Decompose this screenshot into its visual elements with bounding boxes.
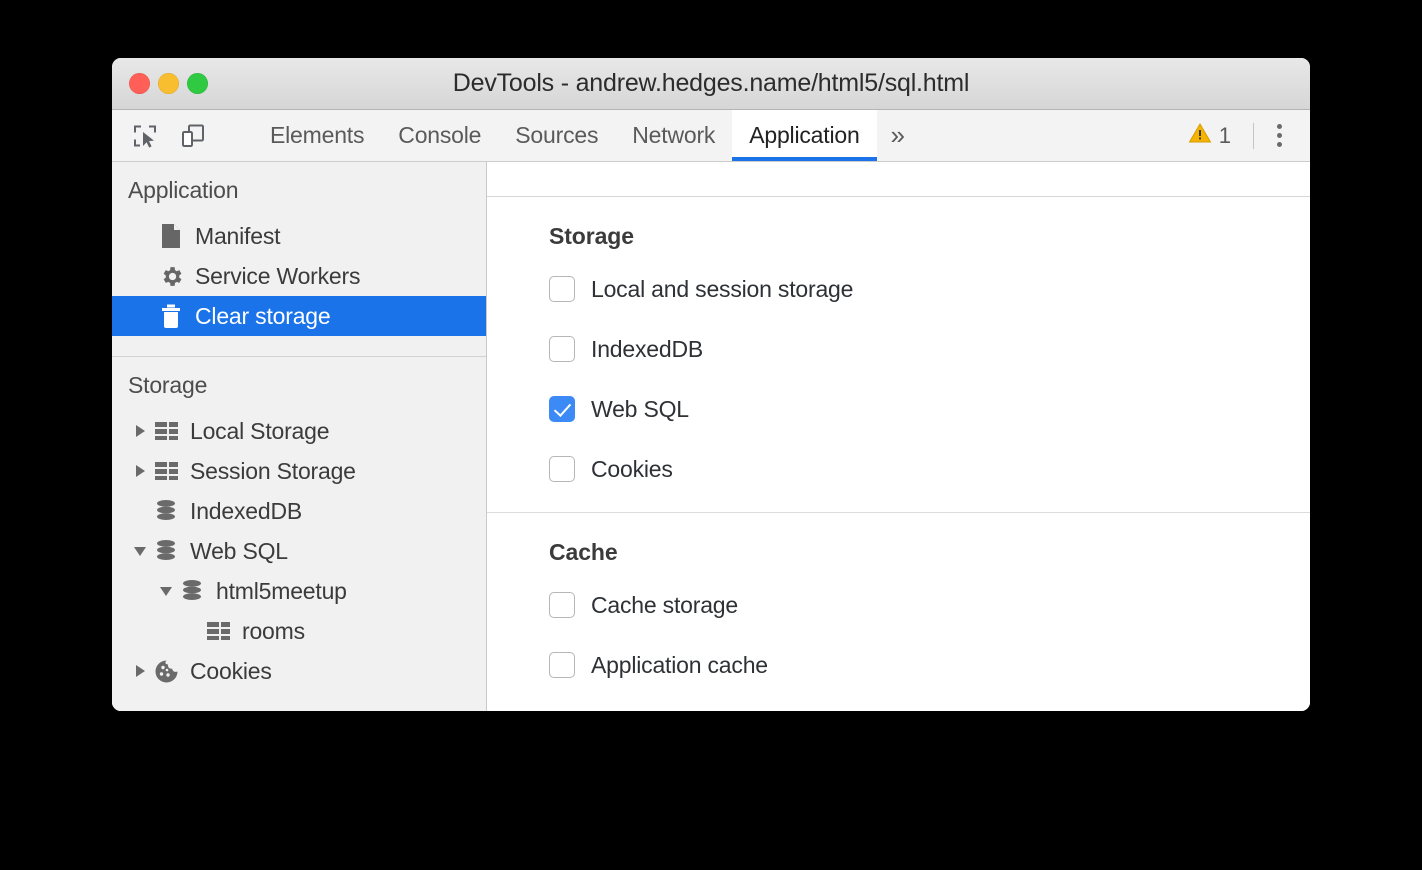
window-titlebar: DevTools - andrew.hedges.name/html5/sql.… bbox=[112, 58, 1310, 110]
device-toolbar-icon[interactable] bbox=[176, 119, 210, 153]
sidebar-item-local-storage-label: Local Storage bbox=[190, 418, 329, 445]
checkbox-label-web-sql: Web SQL bbox=[591, 396, 689, 423]
checkbox-label-application-cache: Application cache bbox=[591, 652, 768, 679]
close-window-button[interactable] bbox=[129, 73, 150, 94]
inspect-element-icon[interactable] bbox=[128, 119, 162, 153]
tab-sources[interactable]: Sources bbox=[498, 110, 615, 161]
table-icon bbox=[152, 458, 180, 484]
devtools-tab-bar: Elements Console Sources Network Applica… bbox=[253, 110, 1176, 161]
sidebar-item-indexeddb[interactable]: IndexedDB bbox=[112, 491, 486, 531]
checkbox-row-cookies[interactable]: Cookies bbox=[549, 448, 1310, 490]
toolbar-right-divider bbox=[1253, 123, 1254, 149]
sidebar-item-local-storage[interactable]: Local Storage bbox=[112, 411, 486, 451]
checkbox-indexeddb[interactable] bbox=[549, 336, 575, 362]
tab-network-label: Network bbox=[632, 122, 715, 149]
application-panel-body: Application Manifest Service Workers bbox=[112, 162, 1310, 711]
chevron-right-icon[interactable] bbox=[128, 419, 152, 443]
dot-3 bbox=[1277, 142, 1282, 147]
checkbox-label-cookies: Cookies bbox=[591, 456, 673, 483]
database-icon bbox=[152, 538, 180, 564]
sidebar-item-session-storage[interactable]: Session Storage bbox=[112, 451, 486, 491]
chevron-right-icon[interactable] bbox=[128, 459, 152, 483]
sidebar-item-clear-storage-label: Clear storage bbox=[195, 303, 330, 330]
tab-console[interactable]: Console bbox=[381, 110, 498, 161]
sidebar-item-rooms-label: rooms bbox=[242, 618, 305, 645]
sidebar-item-html5meetup-label: html5meetup bbox=[216, 578, 347, 605]
table-icon bbox=[204, 618, 232, 644]
checkbox-cookies[interactable] bbox=[549, 456, 575, 482]
checkbox-row-web-sql[interactable]: Web SQL bbox=[549, 388, 1310, 430]
checkbox-row-cache-storage[interactable]: Cache storage bbox=[549, 584, 1310, 626]
twisty-placeholder bbox=[180, 619, 204, 643]
cache-section: Cache Cache storage Application cache bbox=[487, 512, 1310, 708]
warning-indicator[interactable]: 1 bbox=[1176, 121, 1243, 150]
more-options-icon[interactable] bbox=[1264, 124, 1294, 147]
trash-icon bbox=[158, 303, 184, 329]
checkbox-web-sql[interactable] bbox=[549, 396, 575, 422]
sidebar-item-manifest[interactable]: Manifest bbox=[112, 216, 486, 256]
sidebar-item-clear-storage[interactable]: Clear storage bbox=[112, 296, 486, 336]
twisty-placeholder bbox=[128, 499, 152, 523]
tab-console-label: Console bbox=[398, 122, 481, 149]
warning-triangle-icon bbox=[1188, 121, 1212, 150]
tab-elements-label: Elements bbox=[270, 122, 364, 149]
sidebar-item-cookies[interactable]: Cookies bbox=[112, 651, 486, 691]
maximize-window-button[interactable] bbox=[187, 73, 208, 94]
checkbox-row-application-cache[interactable]: Application cache bbox=[549, 644, 1310, 686]
warning-count: 1 bbox=[1219, 123, 1231, 149]
toolbar-icon-group bbox=[112, 110, 253, 161]
sidebar-item-manifest-label: Manifest bbox=[195, 223, 280, 250]
storage-section: Storage Local and session storage Indexe… bbox=[487, 197, 1310, 512]
sidebar-item-session-storage-label: Session Storage bbox=[190, 458, 356, 485]
dot-2 bbox=[1277, 133, 1282, 138]
tab-sources-label: Sources bbox=[515, 122, 598, 149]
gear-icon bbox=[158, 263, 184, 289]
toolbar-right-group: 1 bbox=[1176, 110, 1310, 161]
checkbox-label-local-and-session-storage: Local and session storage bbox=[591, 276, 853, 303]
checkbox-label-cache-storage: Cache storage bbox=[591, 592, 738, 619]
sidebar-group-storage-header: Storage bbox=[112, 357, 486, 411]
main-panel-top-strip bbox=[487, 162, 1310, 197]
clear-storage-main-panel: Storage Local and session storage Indexe… bbox=[487, 162, 1310, 711]
database-icon bbox=[152, 498, 180, 524]
application-sidebar: Application Manifest Service Workers bbox=[112, 162, 487, 711]
more-tabs-icon[interactable]: » bbox=[877, 110, 919, 161]
checkbox-local-and-session-storage[interactable] bbox=[549, 276, 575, 302]
database-icon bbox=[178, 578, 206, 604]
sidebar-item-rooms[interactable]: rooms bbox=[112, 611, 486, 651]
sidebar-item-cookies-label: Cookies bbox=[190, 658, 272, 685]
sidebar-item-service-workers[interactable]: Service Workers bbox=[112, 256, 486, 296]
devtools-window: DevTools - andrew.hedges.name/html5/sql.… bbox=[112, 58, 1310, 711]
checkbox-row-local-and-session-storage[interactable]: Local and session storage bbox=[549, 268, 1310, 310]
cache-section-title: Cache bbox=[549, 539, 1310, 566]
devtools-toolbar: Elements Console Sources Network Applica… bbox=[112, 110, 1310, 162]
checkbox-cache-storage[interactable] bbox=[549, 592, 575, 618]
dot-1 bbox=[1277, 124, 1282, 129]
sidebar-group-application-header: Application bbox=[112, 162, 486, 216]
traffic-light-buttons bbox=[129, 58, 208, 109]
chevron-down-icon[interactable] bbox=[128, 539, 152, 563]
checkbox-application-cache[interactable] bbox=[549, 652, 575, 678]
minimize-window-button[interactable] bbox=[158, 73, 179, 94]
cookie-icon bbox=[152, 658, 180, 684]
sidebar-item-web-sql-label: Web SQL bbox=[190, 538, 288, 565]
sidebar-item-indexeddb-label: IndexedDB bbox=[190, 498, 302, 525]
tab-elements[interactable]: Elements bbox=[253, 110, 381, 161]
tab-application[interactable]: Application bbox=[732, 110, 876, 161]
manifest-document-icon bbox=[158, 223, 184, 249]
storage-section-title: Storage bbox=[549, 223, 1310, 250]
more-tabs-label: » bbox=[891, 120, 905, 151]
checkbox-row-indexeddb[interactable]: IndexedDB bbox=[549, 328, 1310, 370]
sidebar-item-html5meetup[interactable]: html5meetup bbox=[112, 571, 486, 611]
chevron-down-icon[interactable] bbox=[154, 579, 178, 603]
checkbox-label-indexeddb: IndexedDB bbox=[591, 336, 703, 363]
chevron-right-icon[interactable] bbox=[128, 659, 152, 683]
sidebar-item-web-sql[interactable]: Web SQL bbox=[112, 531, 486, 571]
table-icon bbox=[152, 418, 180, 444]
sidebar-item-service-workers-label: Service Workers bbox=[195, 263, 360, 290]
tab-network[interactable]: Network bbox=[615, 110, 732, 161]
window-title: DevTools - andrew.hedges.name/html5/sql.… bbox=[112, 69, 1310, 98]
tab-application-label: Application bbox=[749, 122, 859, 149]
